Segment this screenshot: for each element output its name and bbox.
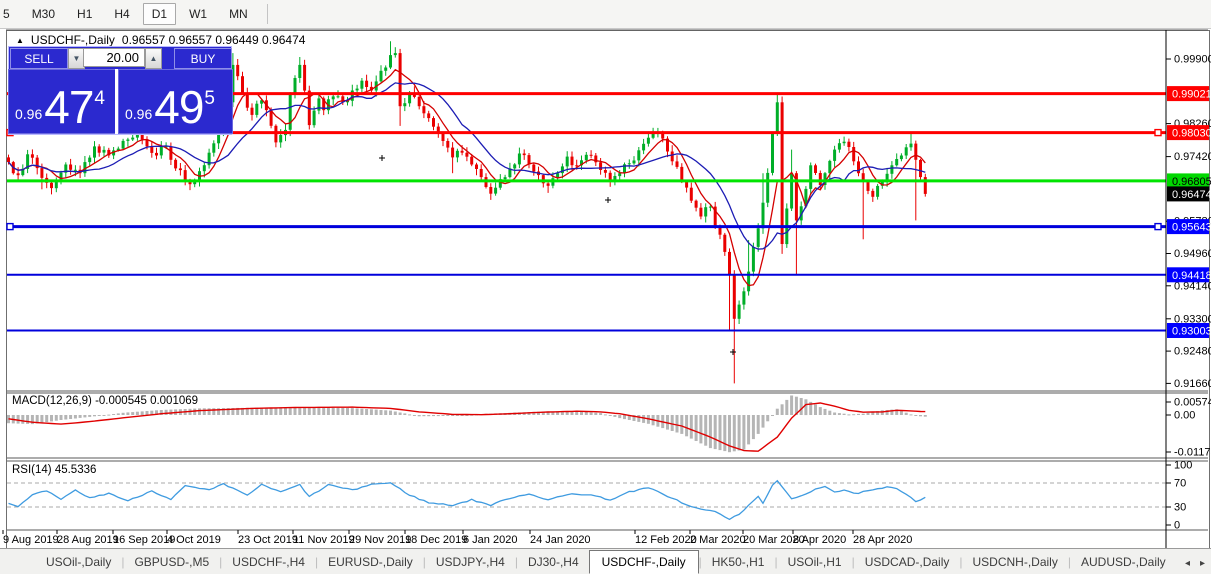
- chart-tab-usdcnh-daily[interactable]: USDCNH-,Daily: [963, 551, 1068, 573]
- chart-tab-gbpusd-m5[interactable]: GBPUSD-,M5: [124, 551, 219, 573]
- chart-tab-usoil-h1[interactable]: USOil-,H1: [778, 551, 852, 573]
- period-toolbar: 5 M30 H1 H4 D1 W1 MN: [0, 0, 1211, 29]
- chart-tab-eurusd-daily[interactable]: EURUSD-,Daily: [318, 551, 423, 573]
- period-button-w1[interactable]: W1: [180, 3, 216, 25]
- period-button-h1[interactable]: H1: [68, 3, 101, 25]
- sell-price-prefix: 0.96: [15, 106, 43, 122]
- chart-tab-dj30-h4[interactable]: DJ30-,H4: [518, 551, 589, 573]
- trading-terminal: 5 M30 H1 H4 D1 W1 MN 0.99900 0.98260 0.97420 0.95…: [0, 0, 1211, 574]
- chart-tab-usdchf-daily[interactable]: USDCHF-,Daily: [588, 550, 699, 574]
- buy-price-big: 49: [154, 81, 204, 133]
- toolbar-separator: [266, 4, 268, 24]
- buy-price-pip: 5: [204, 88, 215, 109]
- tab-scroll-right-icon[interactable]: ▸: [1200, 558, 1205, 569]
- sell-price-button[interactable]: 0.96 47 4: [8, 69, 117, 134]
- tab-scroll-left-icon[interactable]: ◂: [1185, 558, 1190, 569]
- period-button-5[interactable]: 5: [0, 3, 19, 25]
- sell-button[interactable]: SELL: [10, 48, 68, 69]
- period-button-mn[interactable]: MN: [220, 3, 257, 25]
- buy-price-prefix: 0.96: [125, 106, 153, 122]
- chart-tab-usdcad-daily[interactable]: USDCAD-,Daily: [855, 551, 960, 573]
- chart-title-row: ▲ USDCHF-,Daily 0.96557 0.96557 0.96449 …: [16, 33, 305, 47]
- chart-tab-usdchf-h4[interactable]: USDCHF-,H4: [222, 551, 315, 573]
- chart-tab-audusd-daily[interactable]: AUDUSD-,Daily: [1071, 551, 1176, 573]
- volume-input[interactable]: 20.00: [83, 48, 145, 67]
- chart-ohlc-values: 0.96557 0.96557 0.96449 0.96474: [121, 33, 306, 47]
- chart-tab-usdjpy-h4[interactable]: USDJPY-,H4: [426, 551, 515, 573]
- period-button-h4[interactable]: H4: [105, 3, 138, 25]
- buy-price-button[interactable]: 0.96 49 5: [118, 69, 233, 134]
- chart-tab-bar: USOil-,Daily | GBPUSD-,M5 | USDCHF-,H4 | EURUS…: [0, 548, 1211, 574]
- chart-tab-hk50-h1[interactable]: HK50-,H1: [702, 551, 775, 573]
- volume-increase-icon[interactable]: ▲: [145, 48, 162, 69]
- one-click-trade-panel: SELL ▼ 20.00 ▲ BUY 0.96 47 4 0.96 49 5: [8, 46, 233, 135]
- buy-button[interactable]: BUY: [174, 48, 232, 69]
- chart-symbol-title: USDCHF-,Daily: [30, 33, 115, 47]
- period-button-m30[interactable]: M30: [23, 3, 64, 25]
- tab-scroll-arrows: ◂ ▸: [1185, 558, 1205, 569]
- collapse-chart-icon[interactable]: ▲: [16, 36, 24, 45]
- sell-price-pip: 4: [94, 88, 105, 109]
- period-button-d1[interactable]: D1: [142, 3, 177, 25]
- sell-price-big: 47: [44, 81, 94, 133]
- chart-tab-usoil-daily[interactable]: USOil-,Daily: [36, 551, 121, 573]
